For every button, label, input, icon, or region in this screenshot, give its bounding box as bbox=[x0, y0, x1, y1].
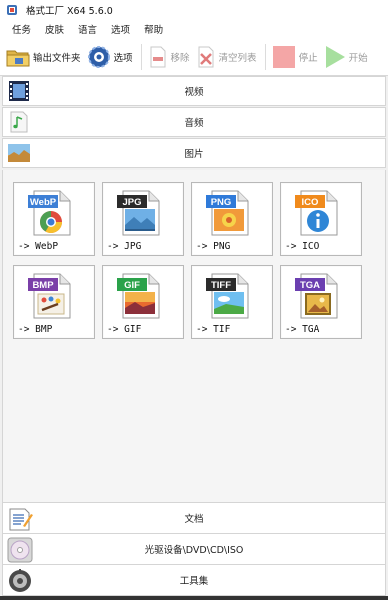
category-document-label: 文档 bbox=[184, 514, 204, 525]
category-disc[interactable]: 光驱设备\DVD\CD\ISO bbox=[2, 533, 386, 565]
app-logo-icon bbox=[7, 5, 17, 15]
format-tile-label: -> TIF bbox=[196, 324, 231, 335]
category-video[interactable]: 视频 bbox=[2, 76, 386, 106]
gif-file-icon: GIF bbox=[117, 273, 160, 319]
clear-icon bbox=[198, 46, 214, 67]
film-icon bbox=[9, 81, 29, 101]
stop-button[interactable]: 停止 bbox=[272, 42, 318, 72]
format-tile-label: -> WebP bbox=[18, 241, 59, 252]
menu-options[interactable]: 选项 bbox=[111, 22, 130, 36]
format-tile-bmp[interactable]: BMP -> BMP bbox=[13, 265, 95, 339]
menu-help[interactable]: 帮助 bbox=[144, 22, 163, 36]
menu-language[interactable]: 语言 bbox=[78, 22, 97, 36]
format-tile-label: -> PNG bbox=[196, 241, 231, 252]
clear-list-label: 清空列表 bbox=[218, 52, 257, 64]
format-tile-tga[interactable]: TGA -> TGA bbox=[280, 265, 362, 339]
folder-icon bbox=[6, 50, 30, 66]
music-note-icon bbox=[10, 111, 28, 133]
status-bar bbox=[0, 596, 388, 600]
clear-list-button[interactable]: 清空列表 bbox=[196, 42, 257, 72]
category-tools-label: 工具集 bbox=[179, 576, 209, 587]
document-icon bbox=[9, 508, 33, 531]
svg-text:BMP: BMP bbox=[32, 280, 54, 291]
menu-bar: 任务 皮肤 语言 选项 帮助 bbox=[0, 20, 388, 38]
format-tile-jpg[interactable]: JPG -> JPG bbox=[102, 182, 184, 256]
picture-icon bbox=[8, 144, 30, 162]
output-folder-label: 输出文件夹 bbox=[33, 52, 81, 64]
play-icon bbox=[325, 45, 345, 68]
tools-icon bbox=[9, 569, 31, 592]
svg-text:ICO: ICO bbox=[302, 197, 319, 208]
toolbar: 输出文件夹 选项 移除 清空列表 停止 开始 bbox=[0, 38, 388, 76]
format-tile-label: -> GIF bbox=[107, 324, 142, 335]
format-tile-tiff[interactable]: TIFF -> TIF bbox=[191, 265, 273, 339]
menu-skin[interactable]: 皮肤 bbox=[45, 22, 64, 36]
format-tile-gif[interactable]: GIF -> GIF bbox=[102, 265, 184, 339]
bmp-file-icon: BMP bbox=[28, 273, 71, 319]
window-title: 格式工厂 X64 5.6.0 bbox=[26, 6, 113, 17]
category-disc-label: 光驱设备\DVD\CD\ISO bbox=[144, 545, 244, 556]
format-tile-label: -> ICO bbox=[285, 241, 320, 252]
format-tile-webp[interactable]: WebP -> WebP bbox=[13, 182, 95, 256]
remove-label: 移除 bbox=[170, 52, 190, 64]
gear-icon bbox=[87, 45, 110, 68]
svg-text:TGA: TGA bbox=[300, 280, 320, 291]
category-video-label: 视频 bbox=[184, 87, 204, 98]
start-label: 开始 bbox=[348, 52, 368, 64]
stop-icon bbox=[272, 45, 295, 68]
options-button[interactable]: 选项 bbox=[87, 42, 133, 72]
format-tile-png[interactable]: PNG -> PNG bbox=[191, 182, 273, 256]
tga-file-icon: TGA bbox=[295, 273, 338, 319]
remove-icon bbox=[150, 46, 166, 67]
category-tools[interactable]: 工具集 bbox=[2, 564, 386, 596]
format-tile-label: -> BMP bbox=[18, 324, 53, 335]
disc-icon bbox=[7, 537, 33, 563]
category-audio-label: 音频 bbox=[184, 118, 204, 129]
category-audio[interactable]: 音频 bbox=[2, 107, 386, 137]
ico-file-icon: ICO bbox=[295, 190, 338, 236]
picture-formats-panel: WebP -> WebP JPG -> JPG PNG -> PNG ICO -> ICO BM… bbox=[2, 170, 386, 502]
svg-text:WebP: WebP bbox=[30, 197, 57, 208]
menu-task[interactable]: 任务 bbox=[12, 22, 31, 36]
webp-file-icon: WebP bbox=[28, 190, 71, 236]
svg-text:GIF: GIF bbox=[124, 280, 140, 291]
tiff-file-icon: TIFF bbox=[206, 273, 249, 319]
format-tile-ico[interactable]: ICO -> ICO bbox=[280, 182, 362, 256]
category-picture[interactable]: 图片 bbox=[2, 138, 386, 168]
toolbar-separator bbox=[264, 43, 266, 70]
format-tile-label: -> JPG bbox=[107, 241, 142, 252]
category-document[interactable]: 文档 bbox=[2, 502, 386, 534]
stop-label: 停止 bbox=[298, 52, 318, 64]
png-file-icon: PNG bbox=[206, 190, 249, 236]
svg-text:TIFF: TIFF bbox=[211, 280, 231, 291]
format-tile-label: -> TGA bbox=[285, 324, 320, 335]
output-folder-button[interactable]: 输出文件夹 bbox=[6, 42, 81, 72]
svg-text:JPG: JPG bbox=[122, 197, 141, 208]
remove-button[interactable]: 移除 bbox=[148, 42, 190, 72]
start-button[interactable]: 开始 bbox=[324, 42, 368, 72]
options-label: 选项 bbox=[113, 52, 133, 64]
title-bar: 格式工厂 X64 5.6.0 bbox=[0, 0, 388, 20]
category-picture-label: 图片 bbox=[184, 149, 204, 160]
jpg-file-icon: JPG bbox=[117, 190, 160, 236]
toolbar-separator bbox=[140, 43, 142, 70]
svg-text:PNG: PNG bbox=[211, 197, 232, 208]
